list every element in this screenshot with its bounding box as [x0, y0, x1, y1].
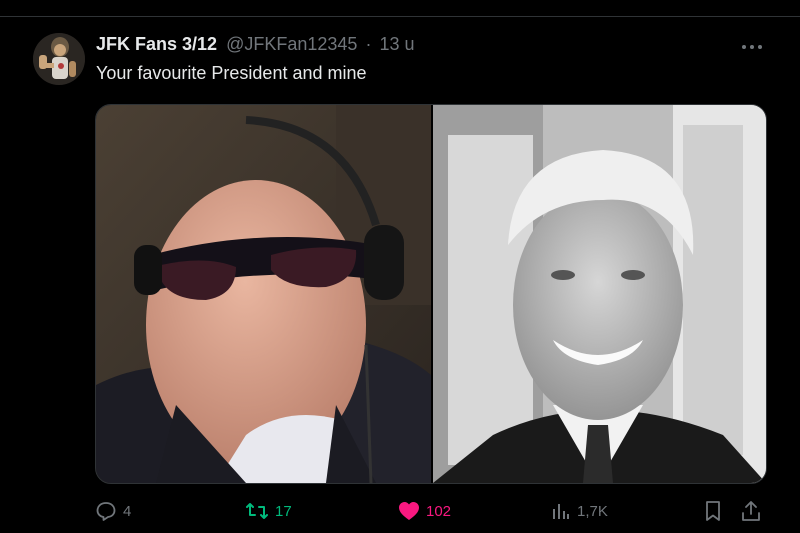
top-divider	[0, 0, 800, 17]
timestamp[interactable]: 13 u	[379, 34, 414, 54]
bookmark-button[interactable]	[703, 497, 723, 525]
author-name[interactable]: JFK Fans 3/12	[96, 34, 217, 54]
heart-icon	[398, 501, 420, 521]
author-handle[interactable]: @JFKFan12345	[226, 34, 357, 54]
more-icon[interactable]	[740, 36, 764, 56]
tweet-text: Your favourite President and mine	[96, 63, 367, 83]
reply-count: 4	[123, 502, 132, 520]
views-icon	[551, 501, 571, 521]
photo-left[interactable]	[96, 105, 431, 483]
like-count: 102	[426, 502, 452, 520]
retweet-button[interactable]: 17	[245, 497, 292, 525]
retweet-count: 17	[275, 502, 292, 520]
separator-dot: ·	[365, 34, 372, 54]
tweet-actions: 4 17 102 1,7K	[95, 497, 765, 525]
photo-right[interactable]	[433, 105, 766, 483]
tweet-header: JFK Fans 3/12 @JFKFan12345 · 13 u	[96, 34, 760, 60]
reply-button[interactable]: 4	[95, 497, 131, 525]
share-button[interactable]	[740, 497, 762, 525]
media-grid[interactable]	[95, 104, 767, 484]
views-count: 1,7K	[577, 502, 608, 520]
retweet-icon	[245, 500, 269, 522]
like-button[interactable]: 102	[398, 497, 451, 525]
avatar[interactable]	[33, 33, 85, 85]
share-icon	[740, 500, 762, 522]
views-button[interactable]: 1,7K	[551, 497, 608, 525]
reply-icon	[95, 500, 117, 522]
bookmark-icon	[703, 500, 723, 522]
